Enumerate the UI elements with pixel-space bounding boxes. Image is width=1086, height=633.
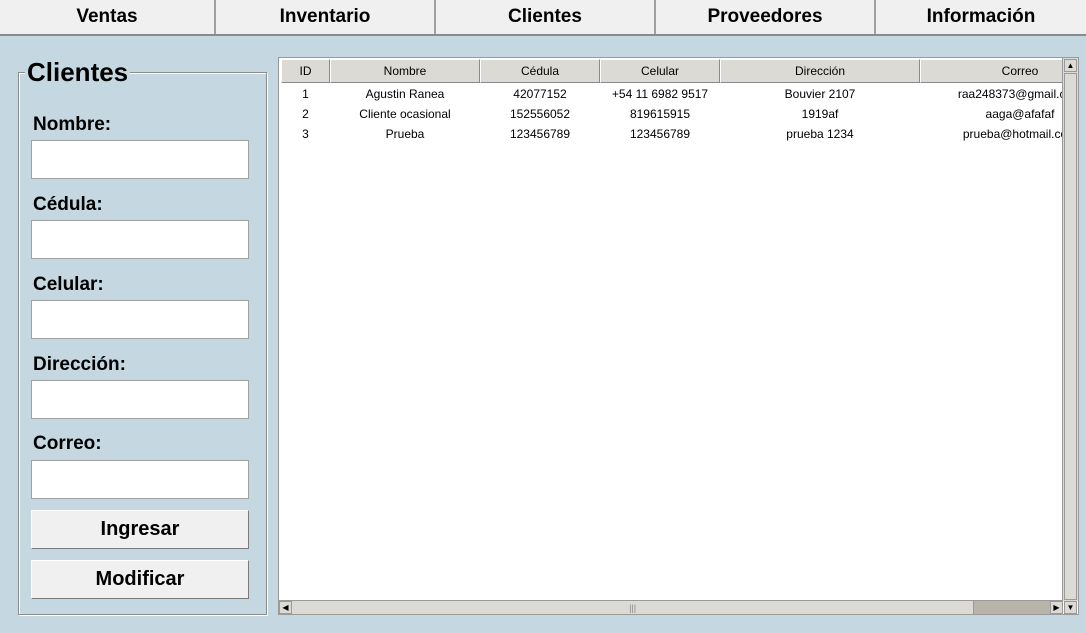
cell-id: 2: [302, 107, 309, 121]
cell-correo: raa248373@gmail.com: [957, 87, 1079, 101]
form-title: Clientes: [25, 57, 131, 87]
tab-proveedores[interactable]: Proveedores: [656, 0, 876, 34]
correo-label: Correo:: [33, 433, 102, 454]
scroll-up-icon[interactable]: ▲: [1064, 59, 1077, 72]
direccion-input[interactable]: [31, 380, 249, 419]
cell-cedula: 42077152: [513, 87, 567, 101]
table-row[interactable]: 3 Prueba 123456789 123456789 prueba 1234 prue…: [281, 124, 1078, 144]
cell-nombre: Agustin Ranea: [365, 87, 445, 101]
table-row[interactable]: 1 Agustin Ranea 42077152 +54 11 6982 9517 Bo…: [281, 84, 1079, 104]
direccion-label: Dirección:: [33, 354, 126, 375]
cedula-label: Cédula:: [33, 194, 103, 215]
tab-informacion[interactable]: Información: [876, 0, 1086, 34]
column-header-celular[interactable]: Celular: [600, 59, 720, 83]
scroll-down-icon[interactable]: ▼: [1064, 601, 1077, 614]
horizontal-scrollbar[interactable]: ◀ ||| ▶: [279, 600, 1063, 614]
table-body: 1 Agustin Ranea 42077152 +54 11 6982 9517 Bo…: [281, 84, 1079, 144]
table-header: ID Nombre Cédula Celular Dirección Corre…: [281, 59, 1078, 83]
ingresar-button[interactable]: Ingresar: [31, 510, 249, 549]
scroll-left-icon[interactable]: ◀: [279, 601, 292, 614]
vertical-scrollbar[interactable]: ▲: [1062, 58, 1078, 601]
cell-celular: 123456789: [629, 127, 691, 141]
column-header-direccion[interactable]: Dirección: [720, 59, 920, 83]
cell-id: 3: [302, 127, 309, 141]
cell-cedula: 123456789: [509, 127, 571, 141]
cell-direccion: Bouvier 2107: [784, 87, 856, 101]
column-header-id[interactable]: ID: [281, 59, 330, 83]
celular-label: Celular:: [33, 274, 104, 295]
tab-clientes[interactable]: Clientes: [436, 0, 656, 34]
cell-nombre: Cliente ocasional: [359, 107, 451, 121]
column-header-nombre[interactable]: Nombre: [330, 59, 480, 83]
cedula-input[interactable]: [31, 220, 249, 259]
cell-direccion: 1919af: [801, 107, 839, 121]
cell-celular: 819615915: [629, 107, 691, 121]
column-header-correo[interactable]: Correo: [920, 59, 1078, 83]
cell-id: 1: [302, 87, 309, 101]
cell-cedula: 152556052: [509, 107, 571, 121]
main-tabs: Ventas Inventario Clientes Proveedores I…: [0, 0, 1086, 36]
tab-inventario[interactable]: Inventario: [216, 0, 436, 34]
clientes-table: ID Nombre Cédula Celular Dirección Corre…: [278, 57, 1079, 615]
table-row[interactable]: 2 Cliente ocasional 152556052 819615915 1919…: [281, 104, 1078, 124]
vertical-scroll-thumb[interactable]: [1064, 73, 1077, 600]
celular-input[interactable]: [31, 300, 249, 339]
cell-direccion: prueba 1234: [786, 127, 854, 141]
scroll-right-icon[interactable]: ▶: [1050, 601, 1063, 614]
horizontal-scroll-thumb[interactable]: |||: [292, 601, 975, 614]
column-header-cedula[interactable]: Cédula: [480, 59, 600, 83]
cell-correo: prueba@hotmail.com: [962, 127, 1078, 141]
tab-ventas[interactable]: Ventas: [0, 0, 216, 34]
cell-correo: aaga@afafaf: [985, 107, 1055, 121]
cell-celular: +54 11 6982 9517: [611, 87, 709, 101]
nombre-label: Nombre:: [33, 114, 112, 135]
correo-input[interactable]: [31, 460, 249, 499]
nombre-input[interactable]: [31, 140, 249, 179]
modificar-button[interactable]: Modificar: [31, 560, 249, 599]
cell-nombre: Prueba: [385, 127, 425, 141]
